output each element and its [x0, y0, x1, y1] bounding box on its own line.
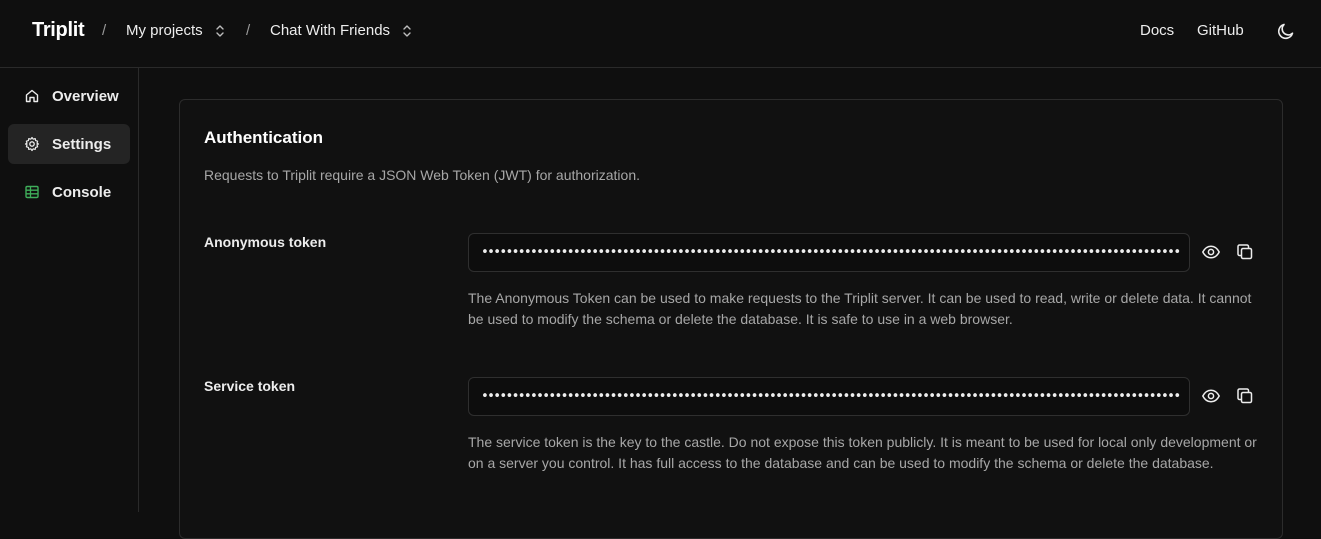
copy-icon[interactable]: [1234, 241, 1256, 263]
sidebar-item-label: Overview: [52, 87, 119, 105]
top-navigation-bar: Triplit / My projects / Chat With Friend…: [0, 0, 1321, 68]
eye-icon[interactable]: [1200, 385, 1222, 407]
gear-icon: [24, 136, 40, 152]
anonymous-token-label: Anonymous token: [204, 234, 327, 250]
service-token-value: ••••••••••••••••••••••••••••••••••••••••…: [481, 389, 1181, 404]
copy-icon[interactable]: [1234, 385, 1256, 407]
authentication-card: Authentication Requests to Triplit requi…: [179, 99, 1283, 539]
app-selector-label: Chat With Friends: [270, 22, 391, 39]
sidebar-item-console[interactable]: Console: [8, 172, 130, 212]
anonymous-token-value: ••••••••••••••••••••••••••••••••••••••••…: [481, 245, 1181, 260]
breadcrumb-separator: /: [102, 22, 107, 39]
app-selector[interactable]: Chat With Friends: [270, 22, 414, 39]
section-description: Requests to Triplit require a JSON Web T…: [204, 167, 640, 183]
brand-logo[interactable]: Triplit: [32, 19, 85, 42]
sidebar-item-label: Console: [52, 183, 112, 201]
project-selector[interactable]: My projects: [126, 22, 227, 39]
anonymous-token-field[interactable]: ••••••••••••••••••••••••••••••••••••••••…: [468, 233, 1190, 272]
home-icon: [25, 89, 39, 103]
sidebar-item-settings[interactable]: Settings: [8, 124, 130, 164]
sidebar-item-label: Settings: [52, 135, 112, 153]
section-title: Authentication: [204, 128, 323, 147]
eye-icon[interactable]: [1200, 241, 1222, 263]
github-link[interactable]: GitHub: [1197, 22, 1244, 39]
service-token-help: The service token is the key to the cast…: [468, 434, 1257, 471]
anonymous-token-help: The Anonymous Token can be used to make …: [468, 290, 1252, 327]
service-token-field[interactable]: ••••••••••••••••••••••••••••••••••••••••…: [468, 377, 1190, 416]
service-token-label: Service token: [204, 378, 296, 394]
breadcrumb-separator: /: [246, 22, 251, 39]
table-icon: [25, 185, 39, 199]
sidebar: Overview Settings Console: [0, 68, 139, 512]
project-selector-label: My projects: [126, 22, 203, 39]
moon-icon[interactable]: [1276, 21, 1296, 41]
sidebar-item-overview[interactable]: Overview: [8, 76, 130, 116]
chevrons-up-down-icon: [400, 23, 414, 39]
docs-link[interactable]: Docs: [1140, 22, 1174, 39]
chevrons-up-down-icon: [213, 23, 227, 39]
